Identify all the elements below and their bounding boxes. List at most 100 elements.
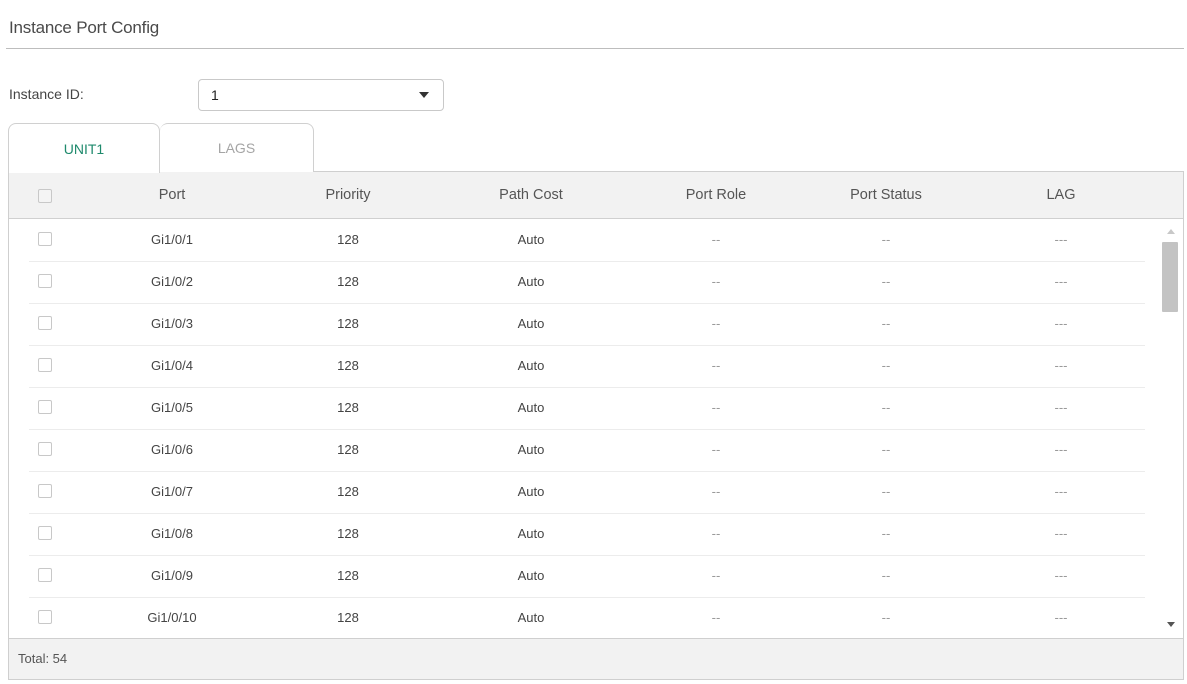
cell-path-cost: Auto <box>517 316 545 331</box>
cell-port-status: -- <box>881 610 891 625</box>
tab-lags[interactable]: LAGS <box>160 123 314 172</box>
cell-port-role: -- <box>711 526 721 541</box>
row-checkbox[interactable] <box>38 316 52 330</box>
tab-lags-label: LAGS <box>217 140 256 156</box>
table-row[interactable]: Gi1/0/2 128 Auto -- -- --- <box>9 262 1159 304</box>
instance-id-select[interactable]: 1 <box>198 79 444 111</box>
page-title: Instance Port Config <box>9 18 160 37</box>
table-row[interactable]: Gi1/0/8 128 Auto -- -- --- <box>9 514 1159 556</box>
cell-port-role: -- <box>711 610 721 625</box>
cell-port: Gi1/0/9 <box>151 568 193 583</box>
cell-path-cost: Auto <box>517 610 545 625</box>
cell-port-role: -- <box>711 442 721 457</box>
table-header: Port Priority Path Cost Port Role Port S… <box>9 172 1183 219</box>
cell-path-cost: Auto <box>517 484 545 499</box>
cell-port: Gi1/0/7 <box>151 484 193 499</box>
row-checkbox[interactable] <box>38 568 52 582</box>
cell-priority: 128 <box>337 568 359 583</box>
cell-port: Gi1/0/10 <box>147 610 197 625</box>
row-checkbox[interactable] <box>38 442 52 456</box>
row-checkbox[interactable] <box>38 358 52 372</box>
column-header-port-status[interactable]: Port Status <box>821 172 951 219</box>
cell-port: Gi1/0/3 <box>151 316 193 331</box>
cell-port: Gi1/0/2 <box>151 274 193 289</box>
cell-port-status: -- <box>881 568 891 583</box>
table-row[interactable]: Gi1/0/10 128 Auto -- -- --- <box>9 598 1159 638</box>
cell-port-role: -- <box>711 484 721 499</box>
cell-priority: 128 <box>337 316 359 331</box>
column-header-lag[interactable]: LAG <box>1021 172 1101 219</box>
table-row[interactable]: Gi1/0/7 128 Auto -- -- --- <box>9 472 1159 514</box>
cell-port-role: -- <box>711 568 721 583</box>
cell-lag: --- <box>1054 274 1068 289</box>
table-footer: Total: 54 <box>9 638 1183 679</box>
row-checkbox[interactable] <box>38 610 52 624</box>
cell-port: Gi1/0/6 <box>151 442 193 457</box>
cell-lag: --- <box>1054 358 1068 373</box>
cell-port: Gi1/0/8 <box>151 526 193 541</box>
scroll-down-arrow-icon[interactable] <box>1167 622 1175 627</box>
cell-priority: 128 <box>337 274 359 289</box>
title-divider <box>6 48 1184 49</box>
cell-port: Gi1/0/4 <box>151 358 193 373</box>
column-header-priority[interactable]: Priority <box>298 172 398 219</box>
row-checkbox[interactable] <box>38 400 52 414</box>
tab-unit1[interactable]: UNIT1 <box>8 123 160 173</box>
select-all-checkbox[interactable] <box>38 189 52 203</box>
table-row[interactable]: Gi1/0/9 128 Auto -- -- --- <box>9 556 1159 598</box>
column-header-port-role[interactable]: Port Role <box>656 172 776 219</box>
cell-priority: 128 <box>337 526 359 541</box>
row-checkbox[interactable] <box>38 484 52 498</box>
cell-port-status: -- <box>881 274 891 289</box>
vertical-scrollbar[interactable] <box>1159 220 1183 638</box>
cell-port-status: -- <box>881 316 891 331</box>
instance-id-label: Instance ID: <box>9 86 84 102</box>
row-checkbox[interactable] <box>38 274 52 288</box>
scroll-up-arrow-icon[interactable] <box>1167 229 1175 234</box>
table-row[interactable]: Gi1/0/4 128 Auto -- -- --- <box>9 346 1159 388</box>
scrollbar-thumb[interactable] <box>1162 242 1178 312</box>
cell-path-cost: Auto <box>517 442 545 457</box>
cell-priority: 128 <box>337 232 359 247</box>
row-checkbox[interactable] <box>38 232 52 246</box>
row-checkbox[interactable] <box>38 526 52 540</box>
cell-lag: --- <box>1054 568 1068 583</box>
cell-lag: --- <box>1054 400 1068 415</box>
cell-port-status: -- <box>881 400 891 415</box>
cell-lag: --- <box>1054 526 1068 541</box>
cell-priority: 128 <box>337 484 359 499</box>
cell-priority: 128 <box>337 610 359 625</box>
cell-port-role: -- <box>711 400 721 415</box>
cell-port-status: -- <box>881 358 891 373</box>
cell-path-cost: Auto <box>517 274 545 289</box>
cell-path-cost: Auto <box>517 232 545 247</box>
cell-path-cost: Auto <box>517 568 545 583</box>
column-header-path-cost[interactable]: Path Cost <box>471 172 591 219</box>
cell-lag: --- <box>1054 316 1068 331</box>
table-row[interactable]: Gi1/0/6 128 Auto -- -- --- <box>9 430 1159 472</box>
chevron-down-icon <box>419 92 429 98</box>
cell-port-status: -- <box>881 526 891 541</box>
cell-priority: 128 <box>337 358 359 373</box>
table-row[interactable]: Gi1/0/5 128 Auto -- -- --- <box>9 388 1159 430</box>
cell-path-cost: Auto <box>517 526 545 541</box>
table-row[interactable]: Gi1/0/3 128 Auto -- -- --- <box>9 304 1159 346</box>
total-count: Total: 54 <box>18 651 68 666</box>
cell-lag: --- <box>1054 610 1068 625</box>
port-table: Port Priority Path Cost Port Role Port S… <box>8 171 1184 680</box>
cell-port-role: -- <box>711 274 721 289</box>
cell-priority: 128 <box>337 442 359 457</box>
cell-port-role: -- <box>711 358 721 373</box>
cell-path-cost: Auto <box>517 400 545 415</box>
column-header-port[interactable]: Port <box>122 172 222 219</box>
table-row[interactable]: Gi1/0/1 128 Auto -- -- --- <box>9 220 1159 262</box>
cell-port: Gi1/0/1 <box>151 232 193 247</box>
cell-lag: --- <box>1054 442 1068 457</box>
cell-port-status: -- <box>881 232 891 247</box>
tab-unit1-label: UNIT1 <box>63 140 105 157</box>
cell-port-status: -- <box>881 484 891 499</box>
cell-priority: 128 <box>337 400 359 415</box>
cell-lag: --- <box>1054 232 1068 247</box>
table-body: Gi1/0/1 128 Auto -- -- --- Gi1/0/2 128 Auto -- -- -… <box>9 220 1159 638</box>
cell-port: Gi1/0/5 <box>151 400 193 415</box>
